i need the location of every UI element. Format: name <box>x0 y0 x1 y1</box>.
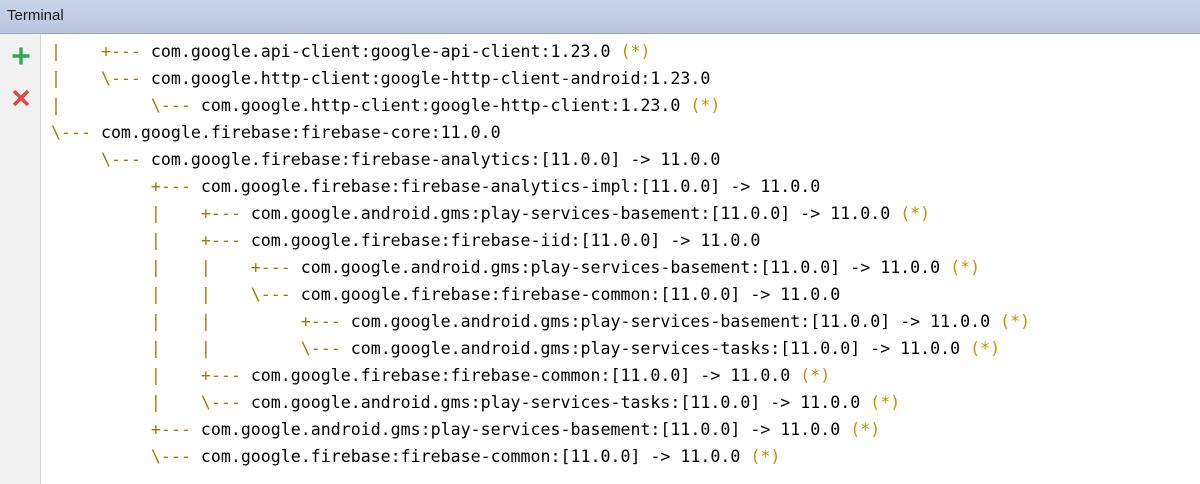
terminal-line: | | \--- com.google.firebase:firebase-co… <box>51 281 1030 308</box>
terminal-line: | \--- com.google.android.gms:play-servi… <box>51 389 1030 416</box>
omitted-marker: (*) <box>840 420 881 439</box>
terminal-line: \--- com.google.firebase:firebase-analyt… <box>51 146 1030 173</box>
dependency-coordinate: com.google.api-client:google-api-client:… <box>150 42 611 61</box>
omitted-marker: (*) <box>790 366 831 385</box>
terminal-line: \--- com.google.firebase:firebase-core:1… <box>51 119 1030 146</box>
tree-branch: | +--- <box>51 42 151 61</box>
terminal-line: | | \--- com.google.android.gms:play-ser… <box>51 335 1030 362</box>
dependency-coordinate: com.google.android.gms:play-services-bas… <box>300 258 941 277</box>
tree-branch: +--- <box>51 420 201 439</box>
tree-branch: | +--- <box>51 204 251 223</box>
dependency-coordinate: com.google.android.gms:play-services-tas… <box>250 393 861 412</box>
dependency-coordinate: com.google.firebase:firebase-core:11.0.0 <box>100 123 501 142</box>
terminal-line: | +--- com.google.firebase:firebase-iid:… <box>51 227 1030 254</box>
dependency-coordinate: com.google.firebase:firebase-common:[11.… <box>250 366 791 385</box>
plus-icon <box>12 47 30 65</box>
terminal-line: | +--- com.google.firebase:firebase-comm… <box>51 362 1030 389</box>
terminal-line: | | +--- com.google.android.gms:play-ser… <box>51 254 1030 281</box>
omitted-marker: (*) <box>860 393 901 412</box>
terminal-window: Terminal | +--- com.google.api-client:go… <box>0 0 1200 484</box>
tree-branch: | | +--- <box>51 312 351 331</box>
terminal-line: | | +--- com.google.android.gms:play-ser… <box>51 308 1030 335</box>
tree-branch: | | \--- <box>51 285 301 304</box>
terminal-lines: | +--- com.google.api-client:google-api-… <box>51 38 1030 470</box>
tree-branch: +--- <box>51 177 201 196</box>
terminal-line: +--- com.google.android.gms:play-service… <box>51 416 1030 443</box>
tree-branch: \--- <box>51 150 151 169</box>
tree-branch: \--- <box>51 123 101 142</box>
dependency-coordinate: com.google.firebase:firebase-analytics-i… <box>200 177 821 196</box>
terminal-line: | +--- com.google.android.gms:play-servi… <box>51 200 1030 227</box>
terminal-title-bar: Terminal <box>0 0 1200 34</box>
tree-branch: | | \--- <box>51 339 351 358</box>
dependency-coordinate: com.google.firebase:firebase-common:[11.… <box>200 447 741 466</box>
omitted-marker: (*) <box>960 339 1001 358</box>
terminal-line: +--- com.google.firebase:firebase-analyt… <box>51 173 1030 200</box>
terminal-line: | \--- com.google.http-client:google-htt… <box>51 92 1030 119</box>
tree-branch: | | +--- <box>51 258 301 277</box>
dependency-coordinate: com.google.android.gms:play-services-bas… <box>200 420 841 439</box>
tree-branch: | \--- <box>51 393 251 412</box>
terminal-output[interactable]: | +--- com.google.api-client:google-api-… <box>41 34 1200 484</box>
new-session-button[interactable] <box>7 42 35 70</box>
dependency-coordinate: com.google.firebase:firebase-iid:[11.0.0… <box>250 231 761 250</box>
dependency-coordinate: com.google.http-client:google-http-clien… <box>200 96 681 115</box>
close-icon <box>12 89 30 107</box>
tree-branch: | +--- <box>51 366 251 385</box>
terminal-line: | +--- com.google.api-client:google-api-… <box>51 38 1030 65</box>
dependency-coordinate: com.google.firebase:firebase-analytics:[… <box>150 150 721 169</box>
close-session-button[interactable] <box>7 84 35 112</box>
dependency-coordinate: com.google.android.gms:play-services-bas… <box>350 312 991 331</box>
omitted-marker: (*) <box>680 96 721 115</box>
dependency-coordinate: com.google.firebase:firebase-common:[11.… <box>300 285 841 304</box>
terminal-line: \--- com.google.firebase:firebase-common… <box>51 443 1030 470</box>
terminal-line: | \--- com.google.http-client:google-htt… <box>51 65 1030 92</box>
omitted-marker: (*) <box>890 204 931 223</box>
tree-branch: | \--- <box>51 69 151 88</box>
tree-branch: | +--- <box>51 231 251 250</box>
omitted-marker: (*) <box>610 42 651 61</box>
omitted-marker: (*) <box>990 312 1031 331</box>
omitted-marker: (*) <box>940 258 981 277</box>
omitted-marker: (*) <box>740 447 781 466</box>
dependency-coordinate: com.google.http-client:google-http-clien… <box>150 69 711 88</box>
window-title: Terminal <box>7 7 64 24</box>
dependency-coordinate: com.google.android.gms:play-services-bas… <box>250 204 891 223</box>
tree-branch: \--- <box>51 447 201 466</box>
dependency-coordinate: com.google.android.gms:play-services-tas… <box>350 339 961 358</box>
tree-branch: | \--- <box>51 96 201 115</box>
terminal-toolbar <box>0 34 41 484</box>
